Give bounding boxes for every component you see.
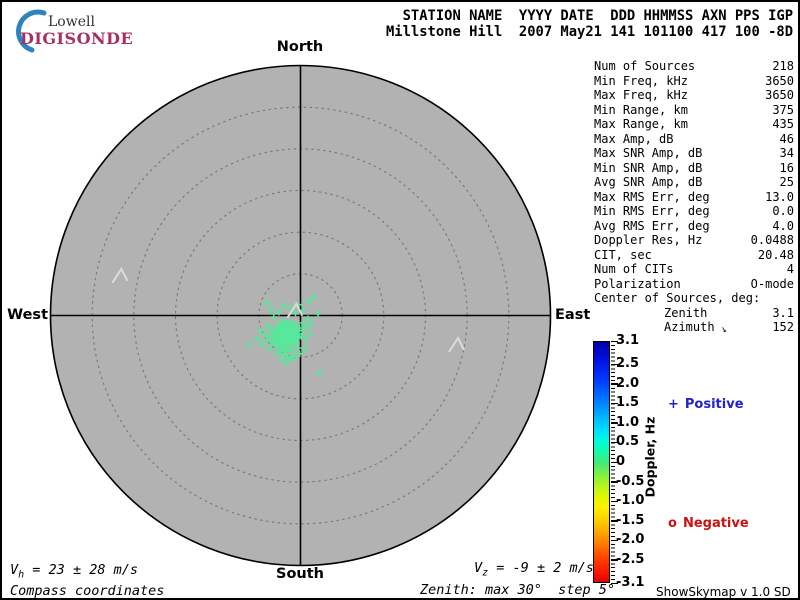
stat-label: Num of Sources (594, 59, 696, 73)
vz-value: = -9 ± 2 m/s (488, 560, 594, 576)
stat-row: Min RMS Err, deg 0.0 (594, 204, 794, 219)
colorbar-tick-label: 2.5 (616, 356, 640, 372)
colorbar-tick-label: 1.5 (616, 395, 640, 411)
stat-value: 4 (786, 262, 794, 276)
stat-value: 375 (772, 102, 794, 117)
plus-marker-icon: + (668, 397, 679, 412)
stat-row: Max Range, km 435 (594, 117, 794, 132)
colorbar-tick-label: -3.1 (616, 575, 645, 590)
zenith-range-note: Zenith: max 30° step 5° (420, 582, 616, 598)
stat-label: Num of CITs (594, 262, 674, 276)
stat-row: Min Freq, kHz 3650 (594, 74, 794, 89)
colorbar-tick-label: -1.5 (616, 512, 645, 528)
header-line1: STATION NAME YYYY DATE DDD HHMMSS AXN PP… (386, 8, 794, 24)
colorbar-gradient (593, 341, 610, 583)
colorbar-tick-label: 1.0 (616, 414, 640, 430)
stat-row: Max Amp, dB 46 (594, 132, 794, 147)
circle-marker-icon: o (668, 516, 677, 531)
horizontal-velocity-readout: Vh = 23 ± 28 m/s (10, 562, 138, 581)
colorbar-tick-label: -2.0 (616, 532, 645, 548)
stat-label: CIT, sec (594, 247, 652, 262)
legend-positive: + Positive (668, 397, 744, 412)
stat-row: Polarization O-mode (594, 277, 794, 292)
stat-label: Avg RMS Err, deg (594, 218, 710, 233)
logo-digisonde: DIGISONDE (20, 29, 134, 48)
stat-label: Doppler Res, Hz (594, 233, 703, 247)
label-west: West (7, 307, 48, 323)
stat-row: Max RMS Err, deg 13.0 (594, 190, 794, 205)
stat-value: 4.0 (772, 218, 794, 233)
stat-label: Min SNR Amp, dB (594, 160, 703, 175)
stat-label: Max RMS Err, deg (594, 189, 710, 204)
colorbar-tick-label: -1.0 (616, 493, 645, 509)
colorbar-tick-label: -0.5 (616, 473, 645, 489)
colorbar-title: Doppler, Hz (642, 416, 658, 498)
colorbar-tick-label: -2.5 (616, 551, 645, 567)
label-north: North (276, 39, 324, 55)
stat-row: Doppler Res, Hz 0.0488 (594, 233, 794, 248)
stat-label: Max Freq, kHz (594, 88, 688, 102)
stat-value: 13.0 (765, 189, 794, 204)
coordinates-note: Compass coordinates (10, 583, 165, 599)
stat-value: 152 (772, 320, 794, 334)
label-east: East (555, 307, 591, 323)
stat-row: Num of Sources 218 (594, 59, 794, 74)
stat-value: 3.1 (772, 305, 794, 320)
stat-label: Min RMS Err, deg (594, 204, 710, 218)
stat-value: 25 (779, 175, 794, 189)
label-south: South (276, 566, 324, 582)
vh-value: = 23 ± 28 m/s (24, 562, 138, 578)
stat-row: Num of CITs 4 (594, 262, 794, 277)
stat-value: 16 (779, 160, 794, 175)
stat-value: 34 (779, 146, 794, 160)
stat-row: Avg SNR Amp, dB 25 (594, 175, 794, 190)
legend-negative: o Negative (668, 516, 749, 531)
vertical-velocity-readout: Vz = -9 ± 2 m/s (474, 560, 594, 579)
legend-negative-label: Negative (682, 516, 749, 531)
colorbar-tick-label: 2.0 (616, 375, 640, 391)
stat-label: Max Range, km (594, 117, 688, 131)
stat-row: Max SNR Amp, dB 34 (594, 146, 794, 161)
stat-row: Min Range, km 375 (594, 103, 794, 118)
stat-value: 0.0 (772, 204, 794, 218)
colorbar-tick-label: 3.1 (616, 333, 640, 348)
stat-label: Min Freq, kHz (594, 73, 688, 88)
stat-label: Azimuth ↘ (664, 320, 728, 336)
stat-label: Polarization (594, 276, 681, 291)
stat-row: Min SNR Amp, dB 16 (594, 161, 794, 176)
stat-label: Center of Sources, deg: (594, 291, 761, 305)
logo: Lowell DIGISONDE (10, 6, 134, 54)
vh-symbol: V (10, 562, 19, 578)
stat-row: Max Freq, kHz 3650 (594, 88, 794, 103)
stat-value: 3650 (765, 73, 794, 88)
header-block: STATION NAME YYYY DATE DDD HHMMSS AXN PP… (386, 8, 793, 41)
legend-positive-label: Positive (684, 397, 744, 412)
stat-value: 218 (772, 59, 794, 73)
stat-label: Max SNR Amp, dB (594, 146, 703, 160)
colorbar-tick-label: 0.5 (616, 434, 640, 450)
stat-value: 0.0488 (750, 233, 794, 247)
stat-label: Min Range, km (594, 102, 688, 117)
stat-label: Avg SNR Amp, dB (594, 175, 703, 189)
header-line2: Millstone Hill 2007 May21 141 101100 417… (386, 24, 794, 41)
stat-row: Zenith 3.1 (594, 306, 794, 321)
stats-panel: Num of Sources 218 Min Freq, kHz 3650 Max Fr… (594, 59, 794, 335)
stat-value: 46 (779, 131, 794, 146)
stat-value: 20.48 (757, 247, 794, 262)
stat-row: Avg RMS Err, deg 4.0 (594, 219, 794, 234)
version-text: ShowSkymap v 1.0 SD v 4.2 (656, 585, 791, 599)
stat-label: Max Amp, dB (594, 131, 674, 146)
logo-lowell: Lowell (48, 14, 95, 30)
stat-label: Zenith (664, 305, 708, 320)
stat-value: 435 (772, 117, 794, 131)
stat-row: CIT, sec 20.48 (594, 248, 794, 263)
stat-value: 3650 (765, 88, 794, 102)
skymap-window: Lowell DIGISONDE STATION NAME YYYY DATE … (0, 0, 800, 600)
vz-symbol: V (474, 560, 483, 576)
colorbar-tick-label: 0 (616, 454, 626, 469)
stat-value: O-mode (750, 276, 794, 291)
azimuth-arrow-icon: ↘ (713, 321, 728, 336)
stat-row: Center of Sources, deg: (594, 291, 794, 306)
